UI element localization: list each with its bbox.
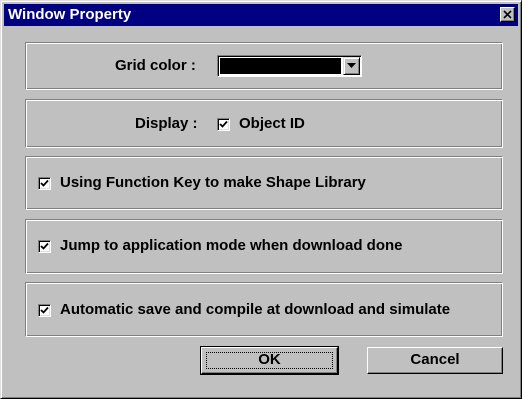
grid-color-swatch bbox=[220, 58, 341, 74]
close-button[interactable] bbox=[500, 7, 515, 22]
ok-button[interactable]: OK bbox=[200, 346, 339, 375]
application-mode-group: Jump to application mode when download d… bbox=[25, 219, 503, 274]
chevron-down-icon bbox=[347, 63, 356, 68]
focus-rectangle bbox=[206, 352, 333, 369]
application-mode-checkbox[interactable] bbox=[38, 240, 51, 253]
display-group: Display : Object ID bbox=[25, 99, 503, 148]
auto-save-group: Automatic save and compile at download a… bbox=[25, 282, 503, 337]
object-id-checkbox[interactable] bbox=[217, 118, 230, 131]
object-id-label[interactable]: Object ID bbox=[239, 115, 305, 133]
grid-color-select[interactable] bbox=[217, 55, 362, 77]
function-key-group: Using Function Key to make Shape Library bbox=[25, 156, 503, 210]
title-bar[interactable]: Window Property bbox=[4, 4, 518, 26]
display-label: Display : bbox=[135, 115, 198, 132]
application-mode-label[interactable]: Jump to application mode when download d… bbox=[60, 237, 403, 255]
auto-save-checkbox[interactable] bbox=[38, 304, 51, 317]
window-property-dialog: Window Property Grid color : Display : O… bbox=[0, 0, 522, 399]
checkmark-icon bbox=[40, 306, 49, 314]
auto-save-label[interactable]: Automatic save and compile at download a… bbox=[60, 301, 450, 319]
function-key-checkbox[interactable] bbox=[38, 177, 51, 190]
grid-color-dropdown-button[interactable] bbox=[343, 57, 360, 75]
cancel-button-label: Cancel bbox=[410, 351, 460, 368]
cancel-button[interactable]: Cancel bbox=[367, 347, 503, 374]
function-key-label[interactable]: Using Function Key to make Shape Library bbox=[60, 174, 366, 192]
grid-color-label: Grid color : bbox=[115, 57, 196, 74]
checkmark-icon bbox=[40, 179, 49, 187]
close-icon bbox=[503, 10, 512, 19]
checkmark-icon bbox=[40, 242, 49, 250]
window-title: Window Property bbox=[8, 6, 132, 23]
grid-color-group: Grid color : bbox=[25, 42, 503, 90]
checkmark-icon bbox=[219, 120, 228, 128]
